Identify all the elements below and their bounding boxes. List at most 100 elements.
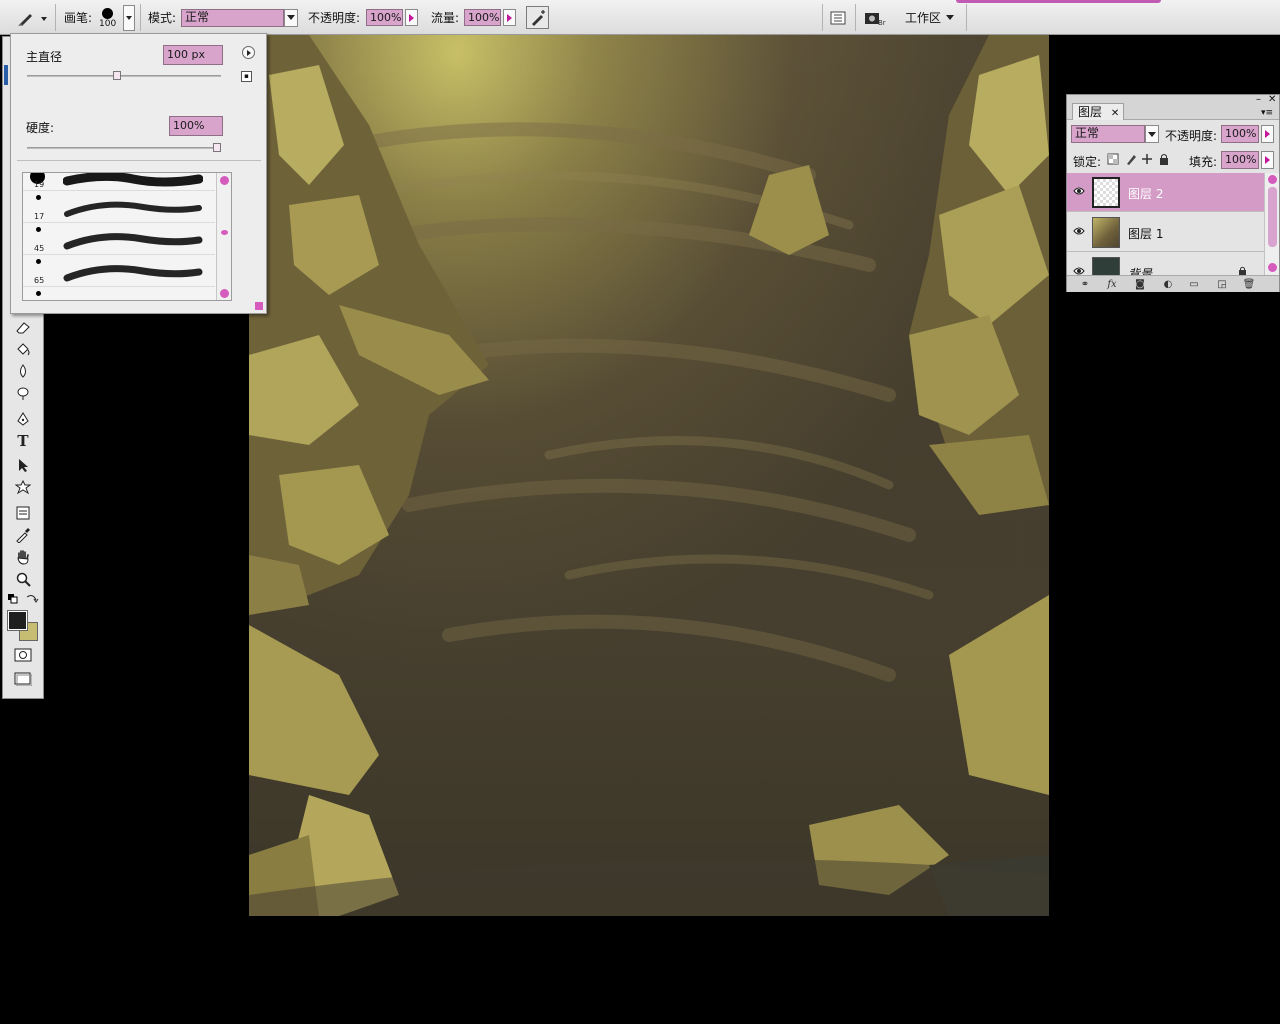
quick-mask-icon[interactable]: [12, 645, 34, 665]
blend-mode-select[interactable]: 正常: [1071, 125, 1159, 143]
layers-footer: ⚭ fx ◙ ◐ ▭ ◲ 🗑: [1067, 275, 1279, 292]
hardness-input[interactable]: 100%: [169, 116, 223, 136]
add-mask-icon[interactable]: ◙: [1132, 277, 1148, 291]
brush-preset-item[interactable]: 19: [23, 173, 215, 191]
opacity-slider-button[interactable]: [405, 9, 418, 26]
eyedropper-tool-icon[interactable]: [12, 525, 34, 545]
resize-grip-icon[interactable]: [255, 302, 263, 310]
notes-tool-icon[interactable]: [12, 503, 34, 523]
paint-bucket-tool-icon[interactable]: [12, 339, 34, 359]
fill-input[interactable]: 100%: [1221, 151, 1259, 169]
scroll-down-icon[interactable]: [220, 289, 229, 298]
panel-menu-icon[interactable]: ▾≡: [1261, 109, 1273, 118]
divider: [17, 160, 261, 161]
airbrush-icon: [531, 9, 545, 26]
brush-preset-item[interactable]: 65: [23, 255, 215, 287]
foreground-color-swatch[interactable]: [7, 610, 28, 631]
brush-preset-item[interactable]: 17: [23, 191, 215, 223]
hardness-slider[interactable]: [27, 143, 221, 152]
swap-colors-icon[interactable]: [25, 593, 39, 605]
mode-dropdown-button[interactable]: [284, 8, 298, 27]
layer-style-icon[interactable]: fx: [1104, 277, 1120, 291]
layer-row[interactable]: 图层 2: [1067, 173, 1264, 212]
scroll-up-icon[interactable]: [220, 176, 229, 185]
layer-row[interactable]: 背景: [1067, 253, 1264, 275]
pen-tool-icon[interactable]: [12, 409, 34, 429]
lock-label: 锁定:: [1073, 155, 1102, 169]
diameter-slider[interactable]: [27, 71, 221, 80]
eraser-tool-icon[interactable]: [12, 317, 34, 337]
adjustment-layer-icon[interactable]: ◐: [1160, 277, 1176, 291]
collapse-icon[interactable]: –: [1256, 95, 1261, 105]
brush-stroke-preview: [63, 265, 203, 282]
path-selection-tool-icon[interactable]: [12, 455, 34, 475]
layer-opacity-label: 不透明度:: [1165, 129, 1218, 143]
visibility-eye-icon[interactable]: [1073, 226, 1085, 236]
new-group-icon[interactable]: ▭: [1186, 277, 1202, 291]
chevron-down-icon: [1148, 131, 1156, 137]
brush-list-scrollbar[interactable]: [216, 173, 231, 300]
layer-name: 背景: [1128, 267, 1153, 275]
zoom-tool-icon[interactable]: [12, 569, 34, 589]
opacity-input[interactable]: 100%: [366, 9, 403, 26]
popup-menu-button[interactable]: [242, 46, 255, 59]
scroll-thumb[interactable]: [1268, 187, 1277, 247]
new-layer-icon[interactable]: ◲: [1214, 277, 1230, 291]
brush-picker-button[interactable]: [123, 4, 135, 31]
hardness-slider-thumb[interactable]: [213, 143, 221, 152]
blur-tool-icon[interactable]: [12, 361, 34, 381]
lock-position-icon[interactable]: [1142, 154, 1152, 164]
diameter-slider-thumb[interactable]: [113, 71, 121, 80]
brush-preset-item[interactable]: 45: [23, 223, 215, 255]
tool-preset-picker[interactable]: [14, 0, 48, 35]
separator: [855, 4, 856, 31]
layers-scrollbar[interactable]: [1264, 173, 1279, 275]
airbrush-toggle[interactable]: [526, 6, 549, 29]
painting-artwork: [249, 35, 1049, 916]
brush-tip-icon: [36, 227, 41, 232]
custom-shape-tool-icon[interactable]: [12, 477, 34, 497]
chevron-down-icon: [287, 15, 295, 20]
brush-label: 画笔:: [64, 11, 93, 25]
default-colors-icon[interactable]: [7, 593, 19, 605]
dodge-tool-icon[interactable]: [12, 383, 34, 403]
brush-tip-icon: [36, 291, 41, 296]
lock-all-icon[interactable]: [1160, 154, 1168, 166]
layer-opacity-input[interactable]: 100%: [1221, 125, 1259, 143]
diameter-input[interactable]: 100 px: [163, 45, 223, 65]
screen-mode-icon[interactable]: [12, 669, 34, 689]
fill-slider-button[interactable]: [1261, 151, 1274, 169]
scroll-up-icon[interactable]: [1268, 175, 1277, 184]
workspace-menu[interactable]: 工作区: [905, 0, 955, 35]
scroll-down-icon[interactable]: [1268, 263, 1277, 272]
blend-mode-value: 正常: [1071, 125, 1145, 143]
separator: [55, 4, 56, 31]
type-tool-icon[interactable]: T: [12, 431, 34, 451]
flow-input[interactable]: 100%: [464, 9, 501, 26]
save-preset-icon[interactable]: ▪: [241, 71, 252, 82]
brush-stroke-preview: [63, 233, 203, 250]
mode-select[interactable]: 正常: [181, 0, 298, 35]
lock-pixels-icon[interactable]: [1127, 155, 1136, 165]
hand-tool-icon[interactable]: [12, 547, 34, 567]
palette-well-icon[interactable]: [829, 10, 847, 26]
tab-layers-label: 图层: [1078, 105, 1103, 119]
brush-preview[interactable]: 100: [99, 0, 116, 35]
layer-opacity-slider-button[interactable]: [1261, 125, 1274, 143]
flow-slider-button[interactable]: [503, 9, 516, 26]
link-layers-icon[interactable]: ⚭: [1077, 277, 1093, 291]
delete-layer-icon[interactable]: 🗑: [1241, 277, 1257, 291]
tab-layers[interactable]: 图层 ✕: [1072, 103, 1124, 120]
layer-row[interactable]: 图层 1: [1067, 213, 1264, 252]
brush-preset-item[interactable]: [23, 287, 215, 300]
lock-transparency-icon[interactable]: [1107, 153, 1119, 165]
chevron-down-icon: [126, 15, 132, 20]
visibility-eye-icon[interactable]: [1073, 266, 1085, 275]
bridge-icon[interactable]: Br: [862, 9, 888, 27]
scroll-thumb[interactable]: [221, 230, 228, 235]
visibility-eye-icon[interactable]: [1073, 186, 1085, 196]
close-panel-icon[interactable]: ✕: [1268, 95, 1276, 105]
blend-mode-dropdown-button[interactable]: [1145, 125, 1159, 143]
close-tab-icon[interactable]: ✕: [1111, 108, 1119, 119]
document-canvas[interactable]: [249, 35, 1049, 916]
